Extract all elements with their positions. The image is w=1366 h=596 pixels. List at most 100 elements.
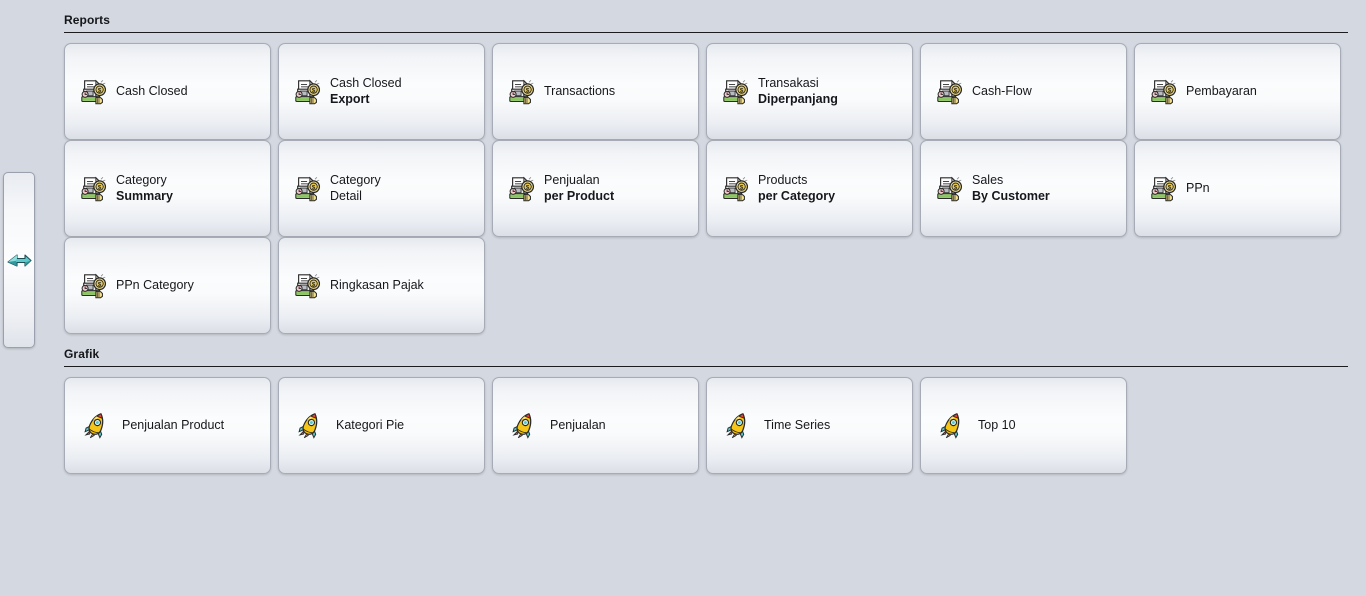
- card-penjualan-per-product[interactable]: $ Penjualan per Product: [492, 140, 699, 237]
- card-transactions[interactable]: $ Transactions: [492, 43, 699, 140]
- card-label: Products per Category: [758, 173, 835, 204]
- card-content: $ Transakasi Diperpanjang: [707, 76, 912, 107]
- card-label: Cash Closed: [116, 84, 188, 99]
- card-category-detail[interactable]: $ Category Detail: [278, 140, 485, 237]
- report-coin-icon: $: [1151, 176, 1177, 201]
- card-label: Pembayaran: [1186, 84, 1257, 99]
- card-content: $ Penjualan per Product: [493, 173, 698, 204]
- card-penjualan-product[interactable]: Penjualan Product: [64, 377, 271, 474]
- card-content: $ Sales By Customer: [921, 173, 1126, 204]
- rocket-icon: [84, 412, 104, 439]
- card-content: Kategori Pie: [279, 411, 484, 441]
- card-ppn[interactable]: $ PPn: [1134, 140, 1341, 237]
- card-content: $ PPn Category: [65, 271, 270, 301]
- card-sales-by-customer[interactable]: $ Sales By Customer: [920, 140, 1127, 237]
- card-kategori-pie[interactable]: Kategori Pie: [278, 377, 485, 474]
- sidebar-collapse-tab[interactable]: [3, 172, 35, 348]
- grafik-card-grid: Penjualan Product Kategori Pie Penjualan…: [64, 377, 1348, 474]
- card-label-line1: Penjualan: [544, 173, 600, 187]
- card-label-line1: Cash Closed: [330, 76, 402, 90]
- double-arrow-right-icon: [4, 243, 34, 277]
- card-label-line1: PPn: [1186, 181, 1210, 195]
- card-label-line2: Export: [330, 91, 370, 106]
- card-label: Top 10: [978, 418, 1016, 433]
- rocket-icon: [298, 412, 318, 439]
- card-label: Penjualan Product: [122, 418, 224, 433]
- card-transakasi-diperpanjang[interactable]: $ Transakasi Diperpanjang: [706, 43, 913, 140]
- report-coin-icon: $: [295, 79, 321, 104]
- card-content: Top 10: [921, 411, 1126, 441]
- svg-text:$: $: [954, 184, 958, 191]
- card-label-line1: Ringkasan Pajak: [330, 278, 424, 292]
- card-content: $ Products per Category: [707, 173, 912, 204]
- card-label-line1: Products: [758, 173, 808, 187]
- svg-text:$: $: [740, 87, 744, 94]
- card-label-line1: Pembayaran: [1186, 84, 1257, 98]
- card-penjualan[interactable]: Penjualan: [492, 377, 699, 474]
- card-label: Kategori Pie: [336, 418, 404, 433]
- report-coin-icon: $: [295, 176, 321, 201]
- section-divider-reports: [64, 32, 1348, 33]
- card-label-line1: Transactions: [544, 84, 616, 98]
- report-coin-icon: $: [937, 79, 963, 104]
- report-coin-icon: $: [509, 79, 535, 104]
- card-ppn-category[interactable]: $ PPn Category: [64, 237, 271, 334]
- card-label: Penjualan: [550, 418, 606, 433]
- card-label-line1: Category: [116, 173, 167, 187]
- section-reports: Reports $ Cash Closed $ Cash Closed Expo…: [64, 0, 1348, 334]
- card-ringkasan-pajak[interactable]: $ Ringkasan Pajak: [278, 237, 485, 334]
- report-coin-icon: $: [81, 79, 107, 104]
- card-label-line1: Sales: [972, 173, 1004, 187]
- card-top-10[interactable]: Top 10: [920, 377, 1127, 474]
- svg-text:$: $: [98, 281, 102, 288]
- reports-dashboard: Reports $ Cash Closed $ Cash Closed Expo…: [64, 0, 1348, 474]
- card-time-series[interactable]: Time Series: [706, 377, 913, 474]
- card-content: Penjualan Product: [65, 411, 270, 441]
- svg-text:$: $: [526, 184, 530, 191]
- card-label-line2: per Product: [544, 188, 615, 203]
- card-label-line2: Diperpanjang: [758, 91, 838, 106]
- section-title-grafik: Grafik: [64, 347, 100, 361]
- card-content: $ Transactions: [493, 77, 698, 107]
- card-cash-flow[interactable]: $ Cash-Flow: [920, 43, 1127, 140]
- card-content: Time Series: [707, 411, 912, 441]
- card-label: PPn: [1186, 181, 1210, 196]
- report-coin-icon: $: [295, 273, 321, 298]
- rocket-icon: [512, 412, 532, 439]
- card-content: $ Category Detail: [279, 173, 484, 204]
- card-content: $ Category Summary: [65, 173, 270, 204]
- card-label: PPn Category: [116, 278, 194, 293]
- report-coin-icon: $: [81, 273, 107, 298]
- card-label: Transakasi Diperpanjang: [758, 76, 838, 107]
- reports-card-grid: $ Cash Closed $ Cash Closed Export $ Tra…: [64, 43, 1348, 334]
- card-label-line1: Cash-Flow: [972, 84, 1032, 98]
- card-label-line1: Transakasi: [758, 76, 819, 90]
- svg-text:$: $: [312, 87, 316, 94]
- card-content: $ Cash-Flow: [921, 77, 1126, 107]
- card-label-line2: By Customer: [972, 188, 1050, 203]
- svg-text:$: $: [1168, 184, 1172, 191]
- card-label-line2: Detail: [330, 188, 362, 203]
- svg-text:$: $: [1168, 87, 1172, 94]
- card-content: $ PPn: [1135, 174, 1340, 204]
- card-label-line1: Penjualan Product: [122, 418, 225, 432]
- card-cash-closed[interactable]: $ Cash Closed: [64, 43, 271, 140]
- card-label: Transactions: [544, 84, 615, 99]
- card-label: Cash Closed Export: [330, 76, 402, 107]
- card-label-line1: Cash Closed: [116, 84, 188, 98]
- svg-text:$: $: [312, 184, 316, 191]
- card-category-summary[interactable]: $ Category Summary: [64, 140, 271, 237]
- card-label: Penjualan per Product: [544, 173, 614, 204]
- card-products-per-category[interactable]: $ Products per Category: [706, 140, 913, 237]
- card-pembayaran[interactable]: $ Pembayaran: [1134, 43, 1341, 140]
- svg-text:$: $: [954, 87, 958, 94]
- card-label-line1: Kategori Pie: [336, 418, 405, 432]
- card-content: $ Pembayaran: [1135, 77, 1340, 107]
- card-label: Time Series: [764, 418, 830, 433]
- card-label: Cash-Flow: [972, 84, 1032, 99]
- report-coin-icon: $: [937, 176, 963, 201]
- card-cash-closed-export[interactable]: $ Cash Closed Export: [278, 43, 485, 140]
- card-label-line1: Category: [330, 173, 381, 187]
- card-label-line2: per Category: [758, 188, 836, 203]
- section-title-reports: Reports: [64, 13, 111, 27]
